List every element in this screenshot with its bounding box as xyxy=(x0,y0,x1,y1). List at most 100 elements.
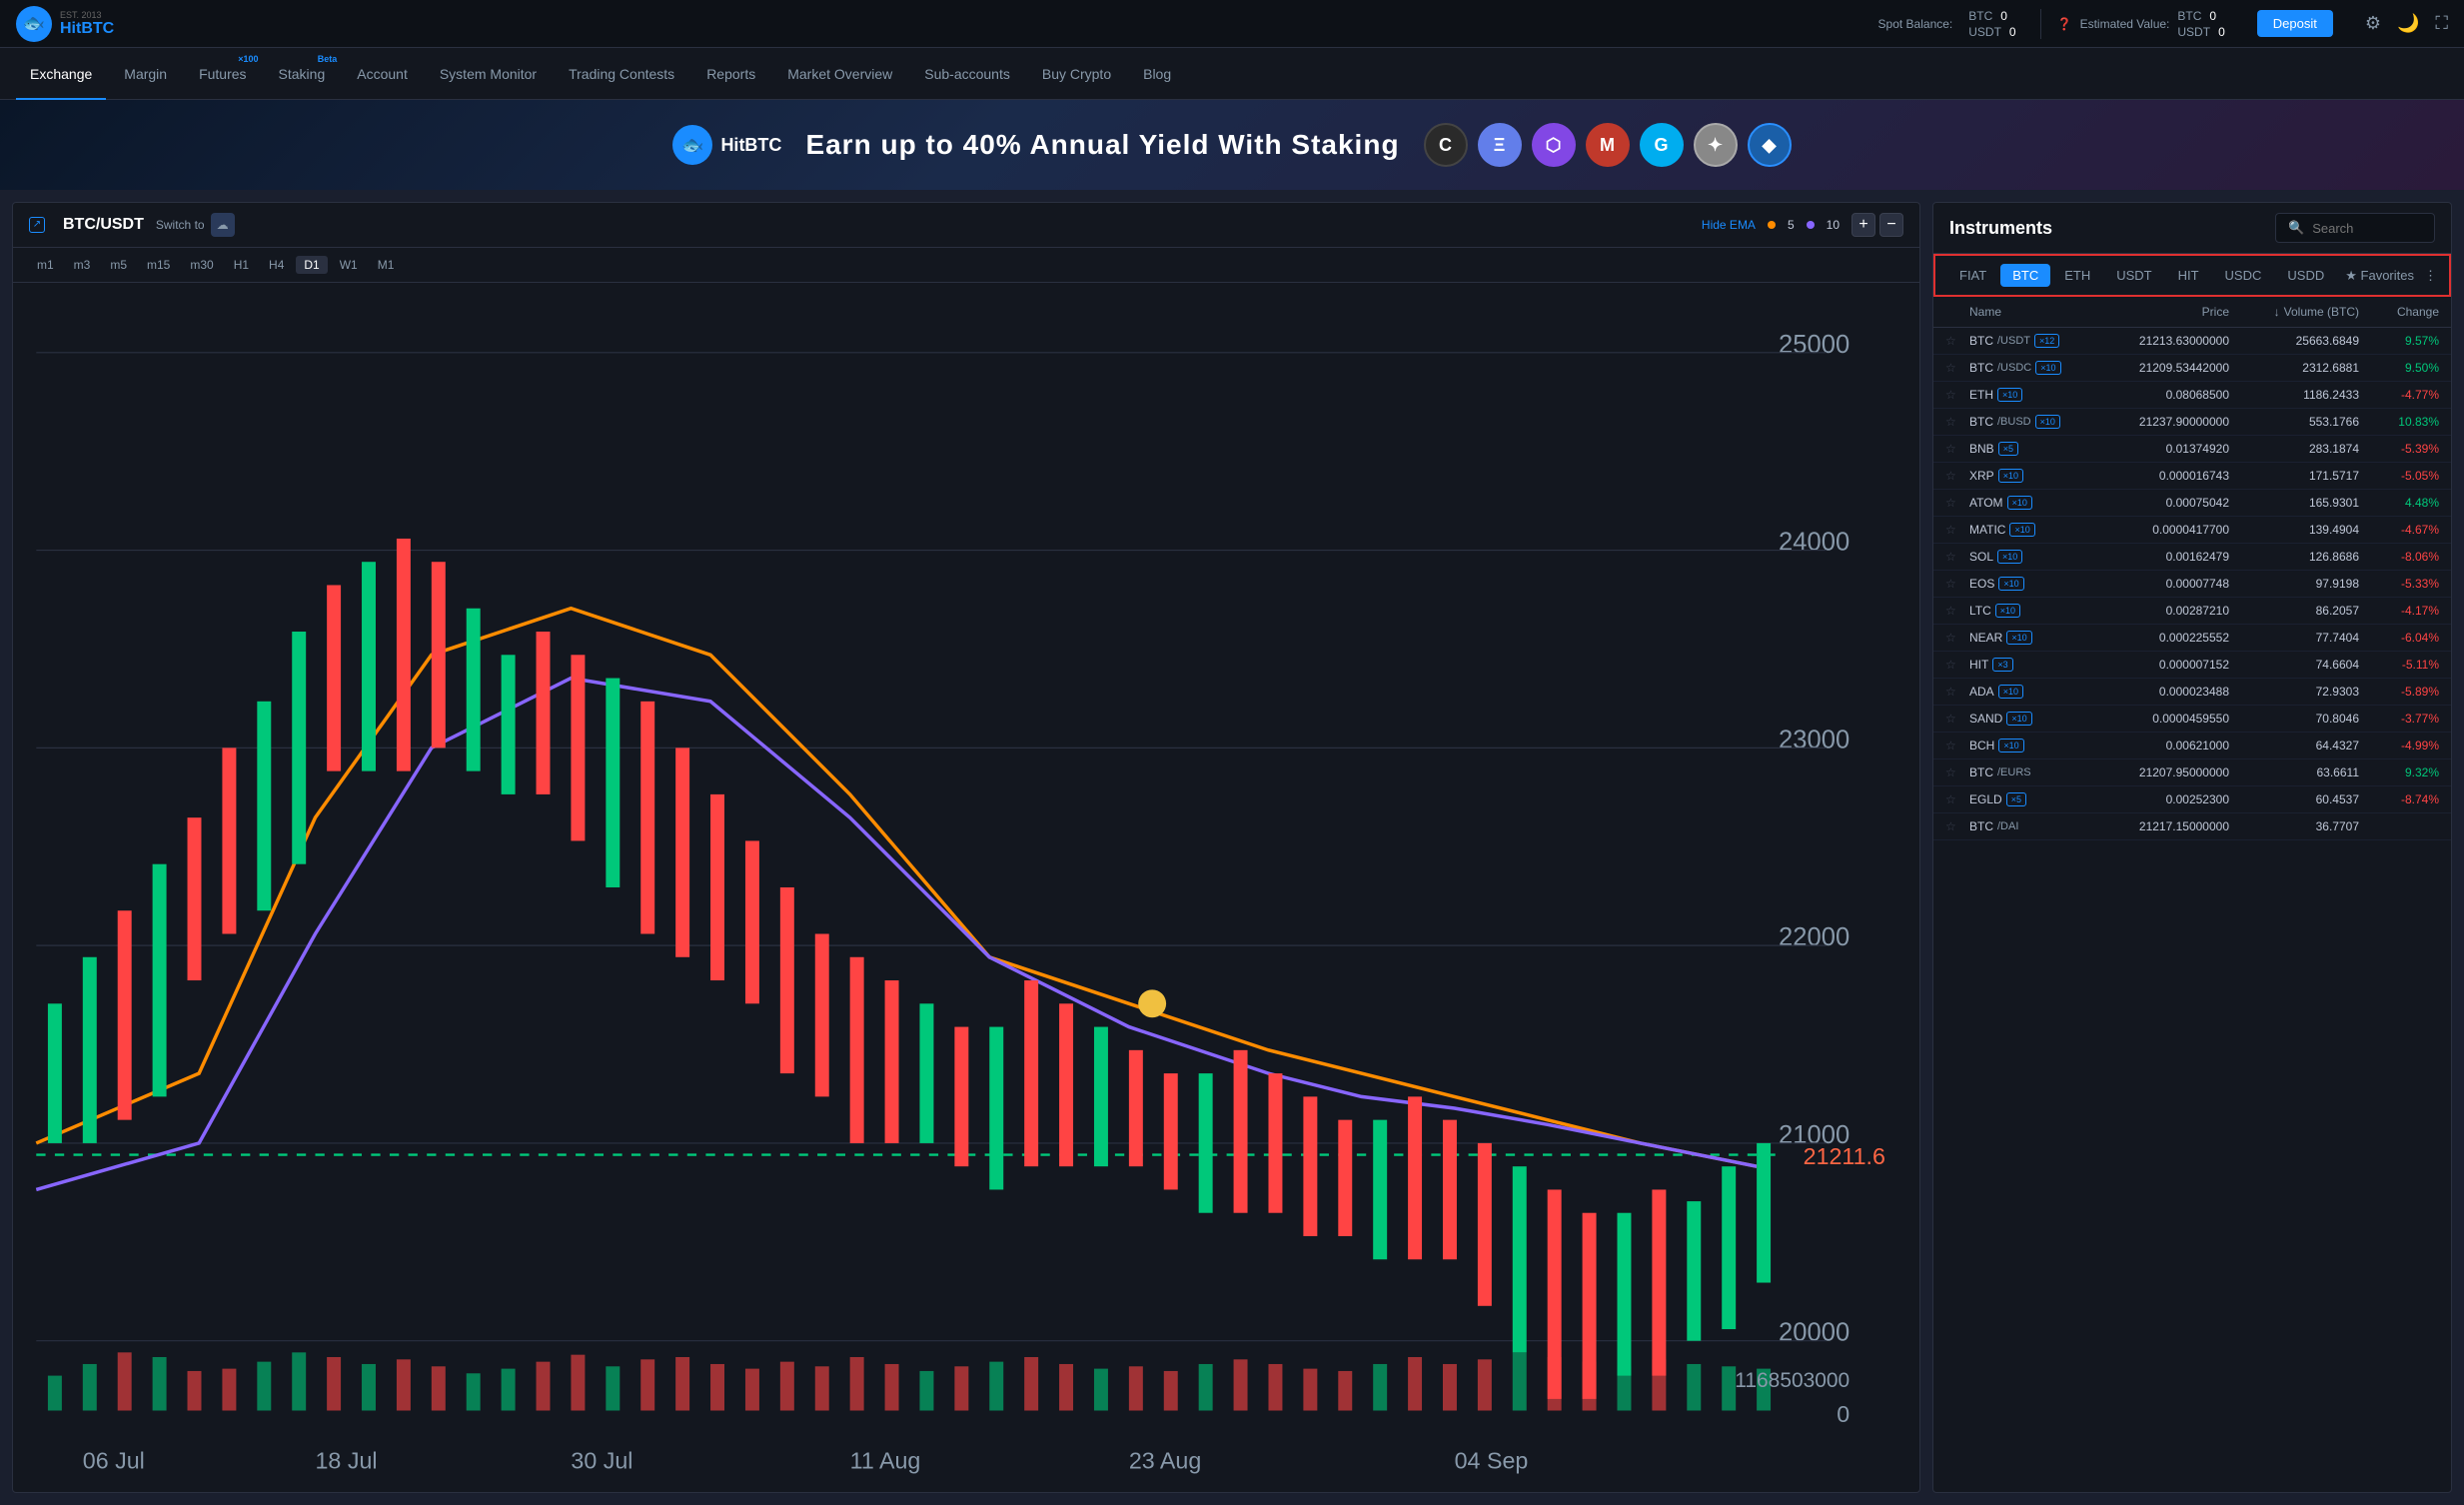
ema5-dot xyxy=(1768,221,1776,229)
favorite-star-5[interactable]: ☆ xyxy=(1945,469,1969,483)
banner[interactable]: 🐟 HitBTC Earn up to 40% Annual Yield Wit… xyxy=(0,100,2464,190)
instrument-row[interactable]: ☆ EGLD ×5 0.00252300 60.4537 -8.74% xyxy=(1933,786,2451,813)
favorite-star-15[interactable]: ☆ xyxy=(1945,739,1969,752)
nav-futures[interactable]: Futures ×100 xyxy=(185,48,260,100)
favorite-star-6[interactable]: ☆ xyxy=(1945,496,1969,510)
tab-btc[interactable]: BTC xyxy=(2000,264,2050,287)
favorite-star-12[interactable]: ☆ xyxy=(1945,658,1969,672)
nav-margin[interactable]: Margin xyxy=(110,48,181,100)
instrument-row[interactable]: ☆ BTC /USDT ×12 21213.63000000 25663.684… xyxy=(1933,328,2451,355)
tab-usdd[interactable]: USDD xyxy=(2275,264,2336,287)
tf-m1-month[interactable]: M1 xyxy=(370,256,403,274)
expand-icon[interactable]: ⛶ xyxy=(2435,13,2448,34)
tf-w1[interactable]: W1 xyxy=(332,256,366,274)
instrument-row[interactable]: ☆ MATIC ×10 0.0000417700 139.4904 -4.67% xyxy=(1933,517,2451,544)
tab-fiat[interactable]: FIAT xyxy=(1947,264,1998,287)
search-input[interactable] xyxy=(2312,221,2422,236)
instrument-volume-18: 36.7707 xyxy=(2229,819,2359,833)
nav-sub-accounts[interactable]: Sub-accounts xyxy=(910,48,1024,100)
tf-h4[interactable]: H4 xyxy=(261,256,292,274)
instrument-price-7: 0.0000417700 xyxy=(2099,523,2229,537)
instrument-row[interactable]: ☆ BTC /USDC ×10 21209.53442000 2312.6881… xyxy=(1933,355,2451,382)
search-box[interactable]: 🔍 xyxy=(2275,213,2435,243)
favorite-star-13[interactable]: ☆ xyxy=(1945,685,1969,699)
favorite-star-1[interactable]: ☆ xyxy=(1945,361,1969,375)
nav-system-monitor[interactable]: System Monitor xyxy=(426,48,551,100)
nav-blog[interactable]: Blog xyxy=(1129,48,1185,100)
instrument-name-12: HIT ×3 xyxy=(1969,658,2099,672)
deposit-button[interactable]: Deposit xyxy=(2257,10,2333,37)
tf-m3[interactable]: m3 xyxy=(66,256,99,274)
favorite-star-18[interactable]: ☆ xyxy=(1945,819,1969,833)
zoom-out-button[interactable]: − xyxy=(1879,213,1903,237)
instruments-menu[interactable]: ⋮ xyxy=(2424,268,2437,284)
nav-trading-contests[interactable]: Trading Contests xyxy=(555,48,688,100)
settings-icon[interactable]: ⚙ xyxy=(2365,13,2381,34)
favorite-star-8[interactable]: ☆ xyxy=(1945,550,1969,564)
zoom-in-button[interactable]: + xyxy=(1851,213,1875,237)
hide-ema-button[interactable]: Hide EMA xyxy=(1702,218,1756,232)
nav-market-overview[interactable]: Market Overview xyxy=(773,48,906,100)
favorite-star-17[interactable]: ☆ xyxy=(1945,792,1969,806)
instrument-row[interactable]: ☆ ETH ×10 0.08068500 1186.2433 -4.77% xyxy=(1933,382,2451,409)
tf-m30[interactable]: m30 xyxy=(182,256,221,274)
favorite-star-11[interactable]: ☆ xyxy=(1945,631,1969,645)
favorite-star-0[interactable]: ☆ xyxy=(1945,334,1969,348)
open-chart-icon[interactable]: ↗ xyxy=(29,217,45,233)
instrument-change-5: -5.05% xyxy=(2359,469,2439,483)
nav-staking[interactable]: Staking Beta xyxy=(265,48,340,100)
favorite-star-3[interactable]: ☆ xyxy=(1945,415,1969,429)
favorite-star-16[interactable]: ☆ xyxy=(1945,765,1969,779)
theme-icon[interactable]: 🌙 xyxy=(2397,13,2419,34)
tf-d1[interactable]: D1 xyxy=(296,256,327,274)
favorite-star-14[interactable]: ☆ xyxy=(1945,712,1969,726)
instrument-row[interactable]: ☆ HIT ×3 0.000007152 74.6604 -5.11% xyxy=(1933,652,2451,679)
tab-usdt[interactable]: USDT xyxy=(2104,264,2163,287)
favorite-star-10[interactable]: ☆ xyxy=(1945,604,1969,618)
instrument-row[interactable]: ☆ SOL ×10 0.00162479 126.8686 -8.06% xyxy=(1933,544,2451,571)
nav-account[interactable]: Account xyxy=(343,48,422,100)
favorite-star-9[interactable]: ☆ xyxy=(1945,577,1969,591)
tf-m1[interactable]: m1 xyxy=(29,256,62,274)
instrument-price-14: 0.0000459550 xyxy=(2099,712,2229,726)
instrument-name-9: EOS ×10 xyxy=(1969,577,2099,591)
instrument-row[interactable]: ☆ BNB ×5 0.01374920 283.1874 -5.39% xyxy=(1933,436,2451,463)
favorite-star-7[interactable]: ☆ xyxy=(1945,523,1969,537)
tf-m15[interactable]: m15 xyxy=(139,256,178,274)
instrument-row[interactable]: ☆ BTC /BUSD ×10 21237.90000000 553.1766 … xyxy=(1933,409,2451,436)
tf-m5[interactable]: m5 xyxy=(102,256,135,274)
favorite-star-4[interactable]: ☆ xyxy=(1945,442,1969,456)
instrument-name-17: EGLD ×5 xyxy=(1969,792,2099,806)
instrument-row[interactable]: ☆ ADA ×10 0.000023488 72.9303 -5.89% xyxy=(1933,679,2451,706)
nav-exchange[interactable]: Exchange xyxy=(16,48,106,100)
logo-text: EST. 2013 HitBTC xyxy=(60,10,114,38)
instrument-row[interactable]: ☆ NEAR ×10 0.000225552 77.7404 -6.04% xyxy=(1933,625,2451,652)
ema10-label: 10 xyxy=(1827,218,1840,232)
tab-hit[interactable]: HIT xyxy=(2166,264,2211,287)
instrument-row[interactable]: ☆ BTC /DAI 21217.15000000 36.7707 xyxy=(1933,813,2451,840)
tf-h1[interactable]: H1 xyxy=(226,256,257,274)
svg-text:21211.6: 21211.6 xyxy=(1804,1143,1885,1169)
instrument-row[interactable]: ☆ SAND ×10 0.0000459550 70.8046 -3.77% xyxy=(1933,706,2451,733)
switch-to-button[interactable]: Switch to ☁ xyxy=(156,213,235,237)
nav-reports[interactable]: Reports xyxy=(692,48,769,100)
tab-favorites[interactable]: ★ Favorites xyxy=(2345,268,2414,284)
instrument-name-5: XRP ×10 xyxy=(1969,469,2099,483)
estimated-value-area: ❓ Estimated Value: BTC 0 USDT 0 xyxy=(2040,9,2225,39)
instrument-row[interactable]: ☆ ATOM ×10 0.00075042 165.9301 4.48% xyxy=(1933,490,2451,517)
tab-usdc[interactable]: USDC xyxy=(2213,264,2274,287)
instrument-change-3: 10.83% xyxy=(2359,415,2439,429)
svg-text:20000: 20000 xyxy=(1779,1319,1849,1347)
instrument-price-2: 0.08068500 xyxy=(2099,388,2229,402)
instrument-row[interactable]: ☆ XRP ×10 0.000016743 171.5717 -5.05% xyxy=(1933,463,2451,490)
instrument-change-7: -4.67% xyxy=(2359,523,2439,537)
instrument-row[interactable]: ☆ LTC ×10 0.00287210 86.2057 -4.17% xyxy=(1933,598,2451,625)
instrument-volume-8: 126.8686 xyxy=(2229,550,2359,564)
instrument-row[interactable]: ☆ EOS ×10 0.00007748 97.9198 -5.33% xyxy=(1933,571,2451,598)
favorite-star-2[interactable]: ☆ xyxy=(1945,388,1969,402)
tab-eth[interactable]: ETH xyxy=(2052,264,2102,287)
est-btc-row: BTC 0 xyxy=(2177,9,2224,23)
instrument-row[interactable]: ☆ BCH ×10 0.00621000 64.4327 -4.99% xyxy=(1933,733,2451,759)
instrument-row[interactable]: ☆ BTC /EURS 21207.95000000 63.6611 9.32% xyxy=(1933,759,2451,786)
nav-buy-crypto[interactable]: Buy Crypto xyxy=(1028,48,1125,100)
